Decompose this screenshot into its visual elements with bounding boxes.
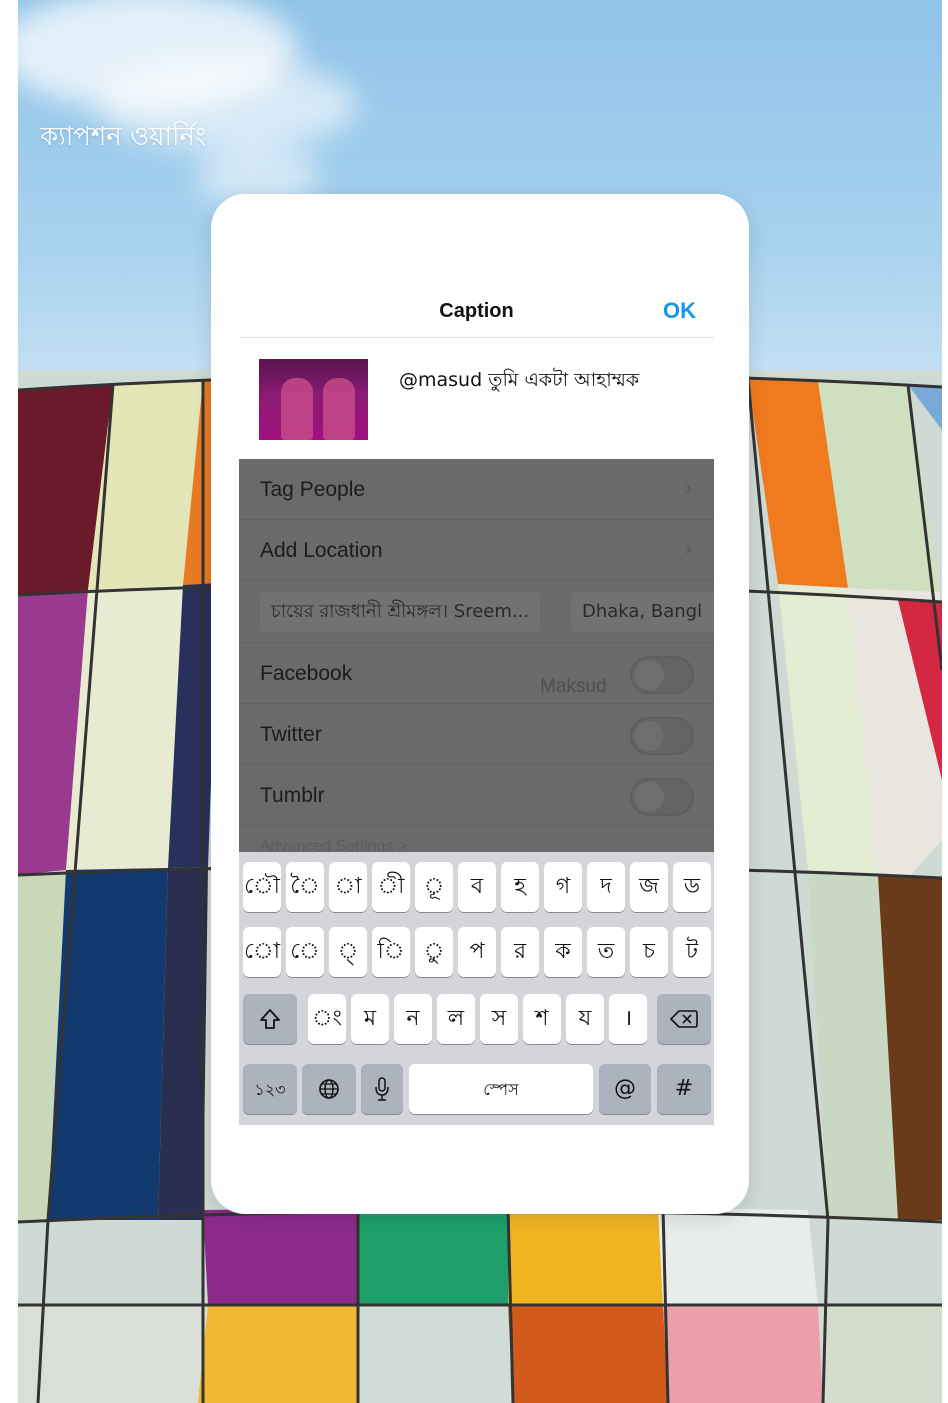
photo-thumbnail <box>259 359 368 440</box>
location-chip[interactable]: চায়ের রাজধানী শ্রীমঙ্গল। Sreem... <box>260 592 541 632</box>
key[interactable]: ত <box>587 927 625 977</box>
key[interactable]: ম <box>351 994 389 1044</box>
key[interactable]: জ <box>630 862 668 912</box>
numbers-key[interactable]: ১২৩ <box>243 1064 297 1114</box>
add-location-label: Add Location <box>260 539 383 562</box>
key[interactable]: শ <box>523 994 561 1044</box>
key[interactable]: গ <box>544 862 582 912</box>
tag-people-row[interactable]: Tag People › <box>239 459 714 520</box>
location-chip[interactable]: Dhaka, Bangl <box>571 592 714 632</box>
location-suggestions: চায়ের রাজধানী শ্রীমঙ্গল। Sreem... Dhaka… <box>239 581 714 643</box>
key[interactable]: া <box>329 862 367 912</box>
numbers-key-label: ১২৩ <box>254 1080 286 1099</box>
key[interactable]: র <box>501 927 539 977</box>
key[interactable]: ো <box>243 927 281 977</box>
hash-key[interactable]: # <box>657 1064 711 1114</box>
phone-card: Caption OK @masud তুমি একটা আহাম্মক Tag … <box>211 194 749 1214</box>
mic-key[interactable] <box>361 1064 403 1114</box>
caption-input[interactable]: @masud তুমি একটা আহাম্মক <box>399 366 639 398</box>
facebook-toggle[interactable] <box>630 656 694 694</box>
key[interactable]: প <box>458 927 496 977</box>
key[interactable]: ু <box>415 927 453 977</box>
key[interactable]: চ <box>630 927 668 977</box>
chevron-right-icon: › <box>685 538 692 560</box>
key[interactable]: ন <box>394 994 432 1044</box>
twitter-row: Twitter <box>239 704 714 765</box>
phone-screen: Caption OK @masud তুমি একটা আহাম্মক Tag … <box>239 194 714 1214</box>
tumblr-row: Tumblr <box>239 765 714 826</box>
mention-suggestion[interactable]: Maksud <box>540 676 607 698</box>
key[interactable]: দ <box>587 862 625 912</box>
space-key[interactable]: স্পেস <box>409 1064 593 1114</box>
key[interactable]: ল <box>437 994 475 1044</box>
at-key[interactable]: @ <box>599 1064 651 1114</box>
key[interactable]: হ <box>501 862 539 912</box>
chevron-right-icon: › <box>685 477 692 499</box>
key[interactable]: ে <box>286 927 324 977</box>
delete-key[interactable] <box>657 994 711 1044</box>
facebook-row: Facebook <box>239 643 714 704</box>
key[interactable]: ি <box>372 927 410 977</box>
tumblr-toggle[interactable] <box>630 778 694 816</box>
key[interactable]: । <box>609 994 647 1044</box>
globe-icon <box>319 1079 339 1099</box>
key[interactable]: ক <box>544 927 582 977</box>
key[interactable]: ী <box>372 862 410 912</box>
delete-icon <box>670 1010 698 1028</box>
shift-icon <box>260 1009 280 1029</box>
key[interactable]: ং <box>308 994 346 1044</box>
twitter-toggle[interactable] <box>630 717 694 755</box>
page-title: ক্যাপশন ওয়ার্নিং <box>40 122 207 152</box>
key[interactable]: ড <box>673 862 711 912</box>
ok-button[interactable]: OK <box>663 298 696 324</box>
globe-key[interactable] <box>302 1064 356 1114</box>
key[interactable]: য <box>566 994 604 1044</box>
nav-title: Caption <box>439 300 514 322</box>
shift-key[interactable] <box>243 994 297 1044</box>
twitter-label: Twitter <box>260 723 322 746</box>
caption-compose: @masud তুমি একটা আহাম্মক <box>239 339 714 459</box>
key[interactable]: ট <box>673 927 711 977</box>
nav-bar: Caption OK <box>239 282 714 338</box>
space-key-label: স্পেস <box>483 1080 519 1099</box>
facebook-label: Facebook <box>260 662 353 685</box>
key[interactable]: ব <box>458 862 496 912</box>
key[interactable]: স <box>480 994 518 1044</box>
bangla-keyboard: ৌ ৈ া ী ূ ব হ গ দ জ ড ো ে ্ ি ু প র ক ত … <box>239 852 714 1125</box>
tag-people-label: Tag People <box>260 478 366 501</box>
dimmed-options-panel: Tag People › Add Location › চায়ের রাজধা… <box>239 459 714 864</box>
key[interactable]: ৈ <box>286 862 324 912</box>
mic-icon <box>375 1077 389 1101</box>
key[interactable]: ্ <box>329 927 367 977</box>
tumblr-label: Tumblr <box>260 784 325 807</box>
key[interactable]: ূ <box>415 862 453 912</box>
key[interactable]: ৌ <box>243 862 281 912</box>
add-location-row[interactable]: Add Location › <box>239 520 714 581</box>
